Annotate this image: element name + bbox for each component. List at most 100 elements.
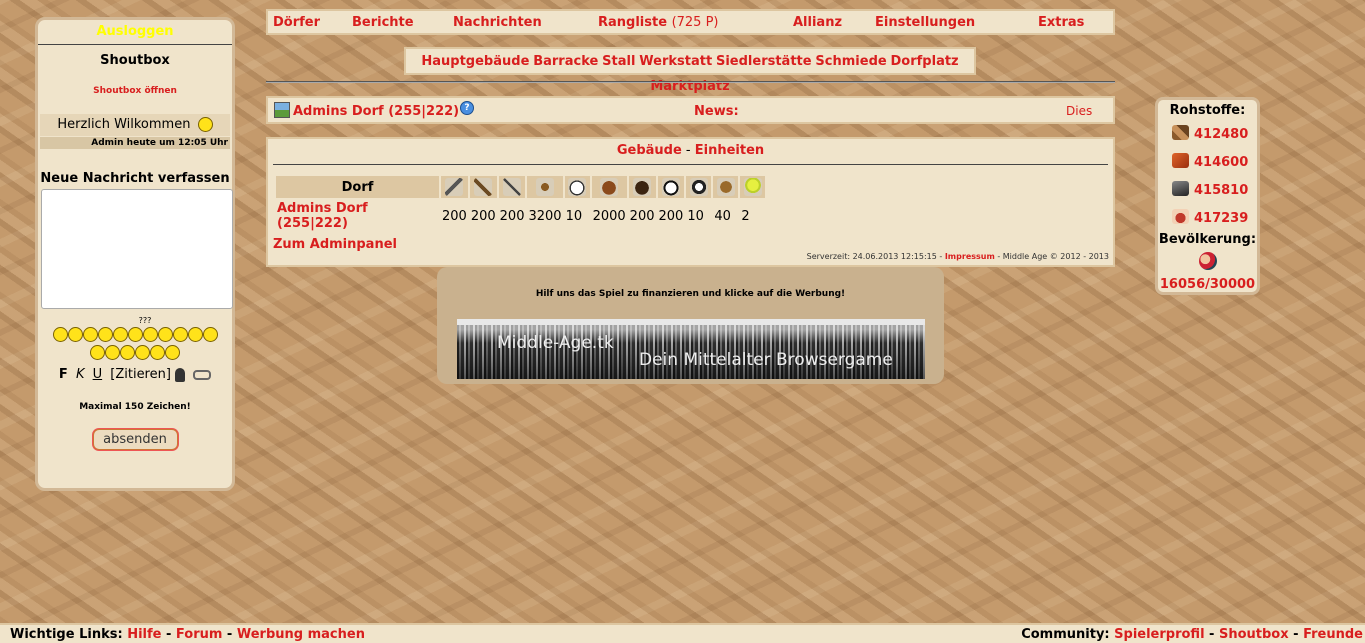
help-link[interactable]: Hilfe [127, 627, 161, 642]
unit-count: 40 [713, 200, 739, 232]
header-divider [266, 81, 1115, 83]
units-table: Dorf Admins Dorf (255|222) 200 200 200 3… [274, 174, 767, 234]
smiley-icon[interactable] [142, 327, 158, 342]
user-icon[interactable] [174, 367, 185, 382]
link-icon[interactable] [193, 369, 212, 380]
nav-ranking-label: Rangliste [598, 15, 668, 30]
unit-count: 10 [686, 200, 712, 232]
nav-messages[interactable]: Nachrichten [453, 15, 542, 30]
smiley-icon [197, 117, 213, 132]
row-village-link[interactable]: Admins Dorf (255|222) [276, 200, 439, 232]
population-value: 16056/30000 [1159, 277, 1256, 292]
quote-button[interactable]: [Zitieren] [110, 367, 171, 382]
smiley-icon[interactable] [105, 345, 120, 360]
tab-buildings[interactable]: Gebäude [617, 143, 682, 158]
nav-ranking[interactable]: Rangliste (725 P) [598, 15, 719, 30]
resource-food: 417239 [1172, 209, 1248, 229]
copyright: - Middle Age © 2012 - 2013 [994, 252, 1109, 261]
forum-link[interactable]: Forum [176, 627, 223, 642]
help-icon[interactable]: ? [460, 101, 474, 115]
resource-clay: 414600 [1172, 153, 1248, 173]
unit-count: 200 [657, 200, 685, 232]
logout-link[interactable]: Ausloggen [38, 22, 232, 42]
friends-link[interactable]: Freunde [1303, 627, 1363, 642]
smiley-icon[interactable] [157, 327, 173, 342]
new-message-title: Neue Nachricht verfassen [40, 171, 230, 186]
smiley-icon[interactable] [135, 345, 150, 360]
nav-settings[interactable]: Einstellungen [875, 15, 975, 30]
shoutbox-open-link[interactable]: Shoutbox öffnen [38, 86, 232, 96]
welcome-message: Herzlich Wilkommen [40, 114, 230, 136]
building-smithy[interactable]: Schmiede [815, 54, 886, 69]
smiley-icon[interactable] [165, 345, 180, 360]
unit-count: 3200 [527, 200, 563, 232]
server-info: Serverzeit: 24.06.2013 12:15:15 - Impres… [807, 252, 1109, 261]
building-stable[interactable]: Stall [602, 54, 635, 69]
smiley-icon[interactable] [127, 327, 143, 342]
sidebar: Ausloggen Shoutbox Shoutbox öffnen Herzl… [35, 17, 235, 491]
resource-value: 414600 [1194, 155, 1249, 170]
welcome-meta: Admin heute um 12:05 Uhr [40, 137, 230, 149]
news-label: News: [694, 104, 739, 119]
message-textarea[interactable] [41, 189, 233, 309]
unit-count: 2 [740, 200, 766, 232]
format-toolbar: F K U [Zitieren] [38, 367, 232, 382]
resource-value: 417239 [1194, 211, 1249, 226]
italic-button[interactable]: K [76, 367, 85, 382]
nav-reports[interactable]: Berichte [352, 15, 414, 30]
shoutbox-link[interactable]: Shoutbox [1219, 627, 1289, 642]
smiley-icon[interactable] [120, 345, 135, 360]
building-main[interactable]: Hauptgebäude [421, 54, 529, 69]
smiley-icon[interactable] [150, 345, 165, 360]
resource-iron: 415810 [1172, 181, 1248, 201]
current-village-link[interactable]: Admins Dorf (255|222) [293, 104, 459, 119]
ad-banner-title: Middle-Age.tk [497, 333, 614, 353]
resources-panel: Rohstoffe: 412480 414600 415810 417239 B… [1155, 97, 1260, 295]
server-time: Serverzeit: 24.06.2013 12:15:15 - [806, 252, 945, 261]
smiley-icon[interactable] [82, 327, 98, 342]
wood-icon [1172, 125, 1189, 140]
bottom-bar: Wichtige Links: Hilfe - Forum - Werbung … [0, 623, 1365, 643]
nav-alliance[interactable]: Allianz [793, 15, 842, 30]
tab-units[interactable]: Einheiten [695, 143, 764, 158]
population-title: Bevölkerung: [1158, 232, 1257, 247]
smiley-icon[interactable] [112, 327, 128, 342]
send-button[interactable]: absenden [92, 429, 178, 450]
smiley-icon[interactable] [90, 345, 105, 360]
smiley-icon[interactable] [172, 327, 188, 342]
mounted-archer-icon [657, 176, 685, 198]
nav-villages[interactable]: Dörfer [273, 15, 320, 30]
building-settlers[interactable]: Siedlerstätte [716, 54, 812, 69]
unit-count: 2000 [591, 200, 627, 232]
admin-panel-link[interactable]: Zum Adminpanel [273, 237, 397, 252]
building-workshop[interactable]: Werkstatt [639, 54, 712, 69]
building-square[interactable]: Dorfplatz [891, 54, 959, 69]
building-barracks[interactable]: Barracke [533, 54, 598, 69]
unit-count: 200 [628, 200, 656, 232]
resources-title: Rohstoffe: [1169, 103, 1246, 118]
top-navigation: Dörfer Berichte Nachrichten Rangliste (7… [266, 9, 1115, 35]
tab-separator: - [681, 143, 695, 158]
sword-icon [441, 176, 468, 198]
smiley-icon[interactable] [67, 327, 83, 342]
underline-button[interactable]: U [93, 367, 103, 382]
main-divider [273, 164, 1108, 165]
community-label: Community: [1021, 627, 1110, 642]
impressum-link[interactable]: Impressum [945, 252, 995, 261]
smiley-icon[interactable] [97, 327, 113, 342]
advertise-link[interactable]: Werbung machen [237, 627, 365, 642]
main-panel: Gebäude - Einheiten Dorf Admins Dorf (25… [266, 137, 1115, 267]
smiley-icon[interactable] [52, 327, 68, 342]
smiley-icon[interactable] [187, 327, 203, 342]
resource-value: 412480 [1194, 127, 1249, 142]
nav-extras[interactable]: Extras [1038, 15, 1084, 30]
smiley-icon[interactable] [202, 327, 218, 342]
bold-button[interactable]: F [59, 367, 68, 382]
player-profile-link[interactable]: Spielerprofil [1114, 627, 1204, 642]
village-image-icon [274, 102, 290, 118]
column-header-village: Dorf [276, 176, 439, 198]
ad-note: Hilf uns das Spiel zu finanzieren und kl… [535, 289, 846, 299]
ad-banner[interactable]: Middle-Age.tk Dein Mittelalter Browserga… [457, 319, 925, 379]
important-links-label: Wichtige Links: [10, 627, 123, 642]
food-icon [1172, 209, 1189, 224]
